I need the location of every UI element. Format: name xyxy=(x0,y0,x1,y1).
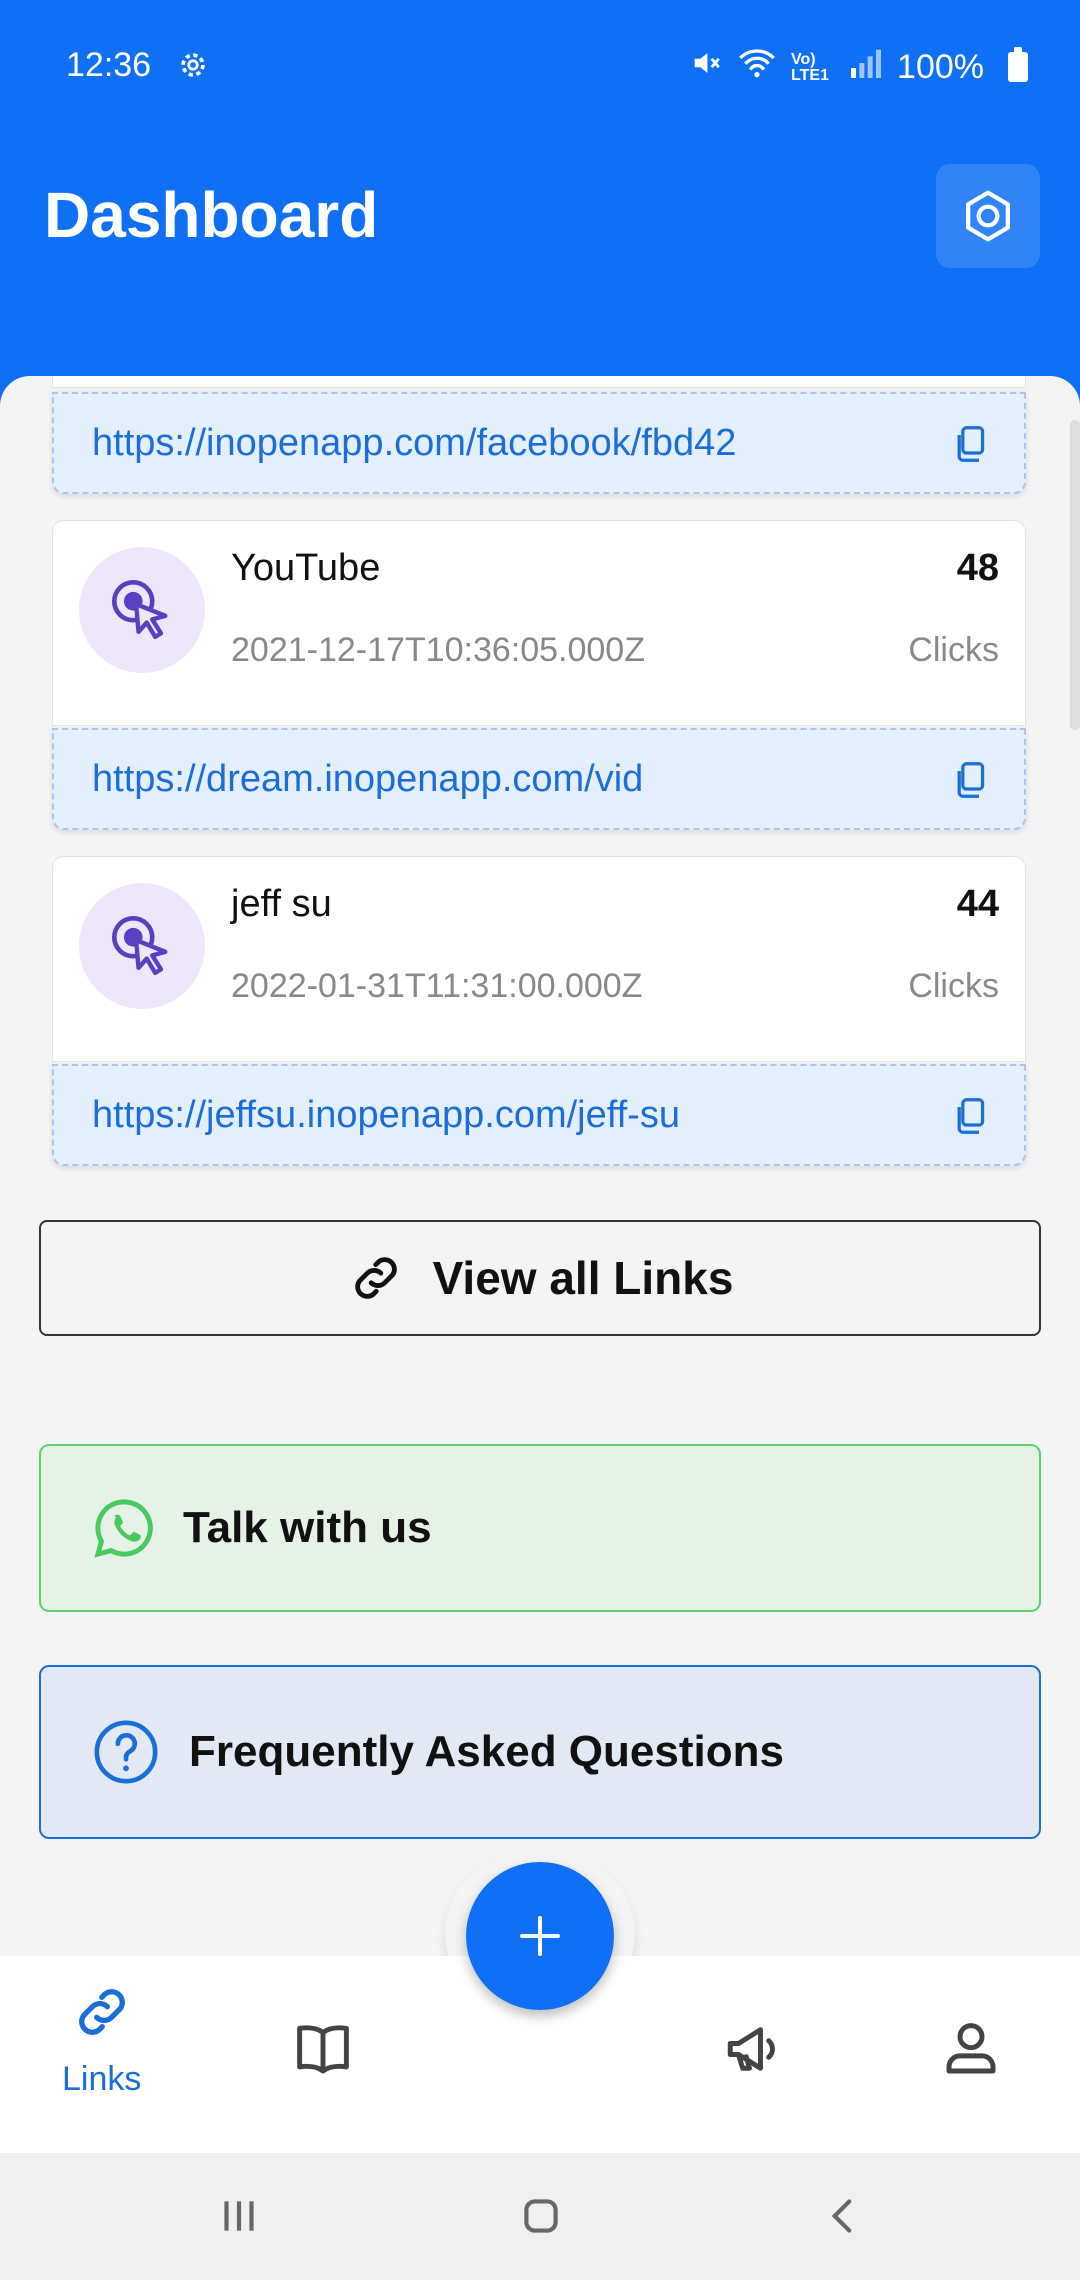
status-icons: Vo) LTE1 100% xyxy=(689,46,984,89)
signal-icon xyxy=(849,48,883,87)
book-icon xyxy=(297,2025,349,2074)
link-name: jeff su xyxy=(231,883,332,925)
whatsapp-icon xyxy=(94,1499,153,1558)
system-nav-bar xyxy=(0,2153,1080,2280)
click-count: 44 xyxy=(956,883,999,925)
talk-with-us-button[interactable]: Talk with us xyxy=(39,1444,1041,1612)
nav-links[interactable]: Links xyxy=(62,1980,141,2099)
click-cursor-icon xyxy=(111,915,168,976)
copy-icon[interactable] xyxy=(952,424,988,469)
short-url-box[interactable]: https://jeffsu.inopenapp.com/jeff-su xyxy=(52,1064,1026,1166)
short-url-box[interactable]: https://inopenapp.com/facebook/fbd42 xyxy=(52,392,1026,494)
click-count: 48 xyxy=(956,547,999,589)
add-link-fab[interactable] xyxy=(466,1862,614,2010)
status-time: 12:36 xyxy=(66,46,152,84)
home-icon xyxy=(524,2199,558,2233)
back-button[interactable] xyxy=(818,2191,868,2246)
recents-icon xyxy=(224,2201,254,2231)
faq-label: Frequently Asked Questions xyxy=(189,1727,784,1776)
link-card-top-partial[interactable] xyxy=(52,376,1026,388)
talk-label: Talk with us xyxy=(183,1503,432,1552)
clicks-label: Clicks xyxy=(908,631,999,669)
status-bar: 12:36 Vo) LTE1 100% xyxy=(0,44,1080,94)
clicks-label: Clicks xyxy=(908,967,999,1005)
link-icon xyxy=(78,1989,125,2035)
battery-icon xyxy=(1008,47,1028,82)
nav-links-label: Links xyxy=(62,2060,142,2098)
link-name: YouTube xyxy=(231,547,381,589)
link-card[interactable]: jeff su 2022-01-31T11:31:00.000Z 44 Clic… xyxy=(52,856,1026,1062)
link-avatar xyxy=(79,547,205,673)
nav-book[interactable] xyxy=(290,2016,356,2082)
short-url[interactable]: https://inopenapp.com/facebook/fbd42 xyxy=(92,422,736,465)
link-date: 2022-01-31T11:31:00.000Z xyxy=(231,967,643,1005)
page-title: Dashboard xyxy=(44,179,379,251)
link-avatar xyxy=(79,883,205,1009)
battery-percent: 100% xyxy=(897,48,984,86)
faq-button[interactable]: Frequently Asked Questions xyxy=(39,1665,1041,1839)
nav-profile[interactable] xyxy=(938,2016,1004,2082)
app-header: 12:36 Vo) LTE1 100% Dashboard xyxy=(0,0,1080,420)
scrollbar[interactable] xyxy=(1070,420,1080,730)
recents-button[interactable] xyxy=(214,2191,264,2246)
copy-icon[interactable] xyxy=(952,760,988,805)
short-url-box[interactable]: https://dream.inopenapp.com/vid xyxy=(52,728,1026,830)
megaphone-icon xyxy=(727,2027,775,2071)
mute-icon xyxy=(689,46,723,89)
home-button[interactable] xyxy=(516,2191,566,2246)
wifi-icon xyxy=(737,46,777,89)
short-url[interactable]: https://jeffsu.inopenapp.com/jeff-su xyxy=(92,1094,680,1137)
help-icon xyxy=(94,1720,158,1784)
user-icon xyxy=(946,2023,996,2074)
link-card[interactable]: YouTube 2021-12-17T10:36:05.000Z 48 Clic… xyxy=(52,520,1026,726)
nav-campaigns[interactable] xyxy=(722,2016,788,2082)
short-url[interactable]: https://dream.inopenapp.com/vid xyxy=(92,758,643,801)
plus-icon xyxy=(520,1916,560,1956)
hexagon-settings-icon xyxy=(966,190,1010,242)
link-icon xyxy=(354,1257,397,1299)
view-all-links-button[interactable]: View all Links xyxy=(39,1220,1041,1336)
settings-button[interactable] xyxy=(936,164,1040,268)
back-icon xyxy=(831,2199,852,2233)
link-date: 2021-12-17T10:36:05.000Z xyxy=(231,631,645,669)
click-cursor-icon xyxy=(111,579,168,640)
settings-status-icon xyxy=(176,48,210,91)
lte-label: Vo) LTE1 xyxy=(791,50,829,84)
copy-icon[interactable] xyxy=(952,1096,988,1141)
view-all-label: View all Links xyxy=(432,1252,734,1304)
